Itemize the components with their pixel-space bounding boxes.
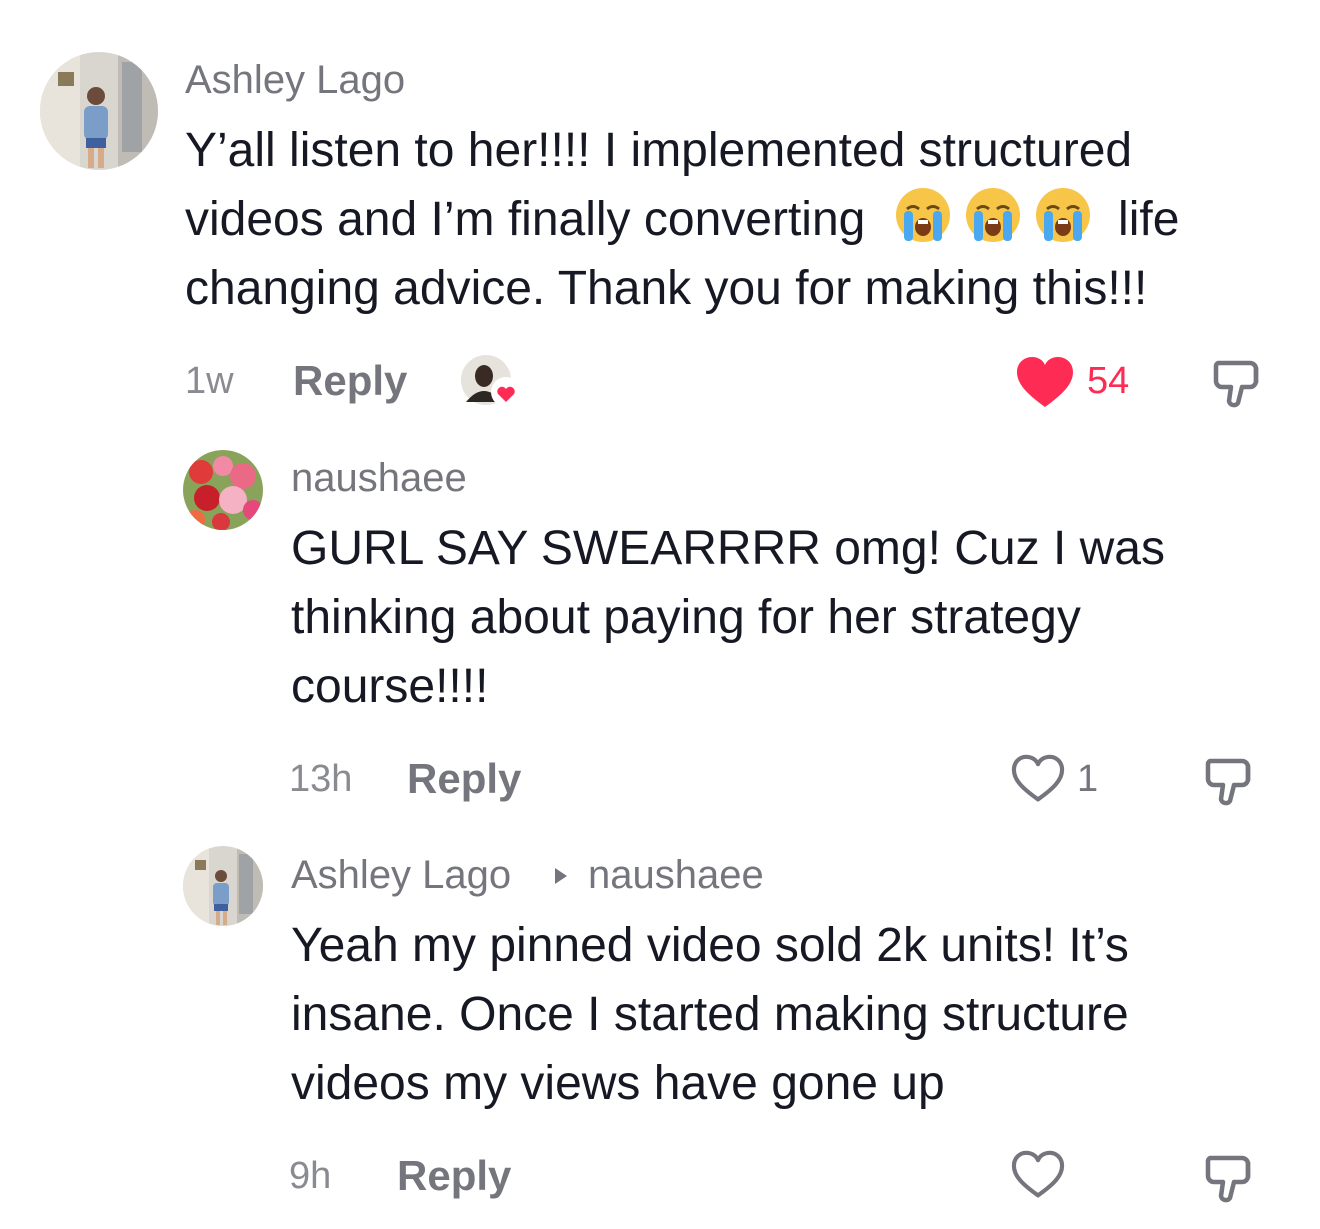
thumbs-down-icon[interactable] (1204, 1150, 1260, 1206)
comment-text-line: Yeah my pinned video sold 2k units! It’s (291, 919, 1129, 972)
heart-filled-icon[interactable] (1015, 356, 1075, 410)
loudly-crying-face-icon (963, 185, 1023, 245)
comment-text-line: course!!!! (291, 660, 489, 713)
reply-button[interactable]: Reply (293, 357, 407, 405)
avatar[interactable] (183, 846, 263, 926)
creator-liked-badge (458, 352, 526, 412)
comment-timestamp: 13h (289, 758, 353, 800)
thumbs-down-icon[interactable] (1204, 753, 1260, 809)
reply-to-username[interactable]: naushaee (588, 853, 764, 898)
comment-text: Y’all listen to her!!!! I implemented st… (185, 116, 1179, 323)
thumbs-down-icon[interactable] (1212, 355, 1268, 411)
like-count: 54 (1087, 360, 1130, 402)
comment-text-line: videos my views have gone up (291, 1057, 945, 1110)
comment-timestamp: 9h (289, 1155, 332, 1197)
comment-text-line: insane. Once I started making structure (291, 988, 1129, 1041)
comment-text-line: changing advice. Thank you for making th… (185, 262, 1148, 315)
like-count: 1 (1077, 758, 1099, 800)
loudly-crying-face-icon (1033, 185, 1093, 245)
reply-button[interactable]: Reply (397, 1152, 511, 1200)
heart-outline-icon[interactable] (1010, 1150, 1066, 1200)
comment-text: Yeah my pinned video sold 2k units! It’s… (291, 911, 1129, 1118)
avatar[interactable] (183, 450, 263, 530)
comment-username[interactable]: Ashley Lago (291, 853, 511, 898)
caret-right-icon (554, 867, 568, 890)
comment-text-line: GURL SAY SWEARRRR omg! Cuz I was (291, 522, 1165, 575)
comment-text: GURL SAY SWEARRRR omg! Cuz I was thinkin… (291, 514, 1165, 721)
comment-username[interactable]: Ashley Lago (185, 58, 405, 103)
reply-button[interactable]: Reply (407, 755, 521, 803)
comment-text-line: Y’all listen to her!!!! I implemented st… (185, 124, 1133, 177)
comment-text-segment: life (1118, 193, 1180, 246)
comment-timestamp: 1w (185, 360, 234, 402)
comment-text-line: thinking about paying for her strategy (291, 591, 1081, 644)
comment-text-segment: videos and I’m finally converting (185, 193, 866, 246)
avatar[interactable] (40, 52, 158, 170)
loudly-crying-face-icon (893, 185, 953, 245)
comment-username[interactable]: naushaee (291, 456, 467, 501)
heart-outline-icon[interactable] (1010, 754, 1066, 804)
comment-text-line: videos and I’m finally converting life (185, 185, 1179, 254)
